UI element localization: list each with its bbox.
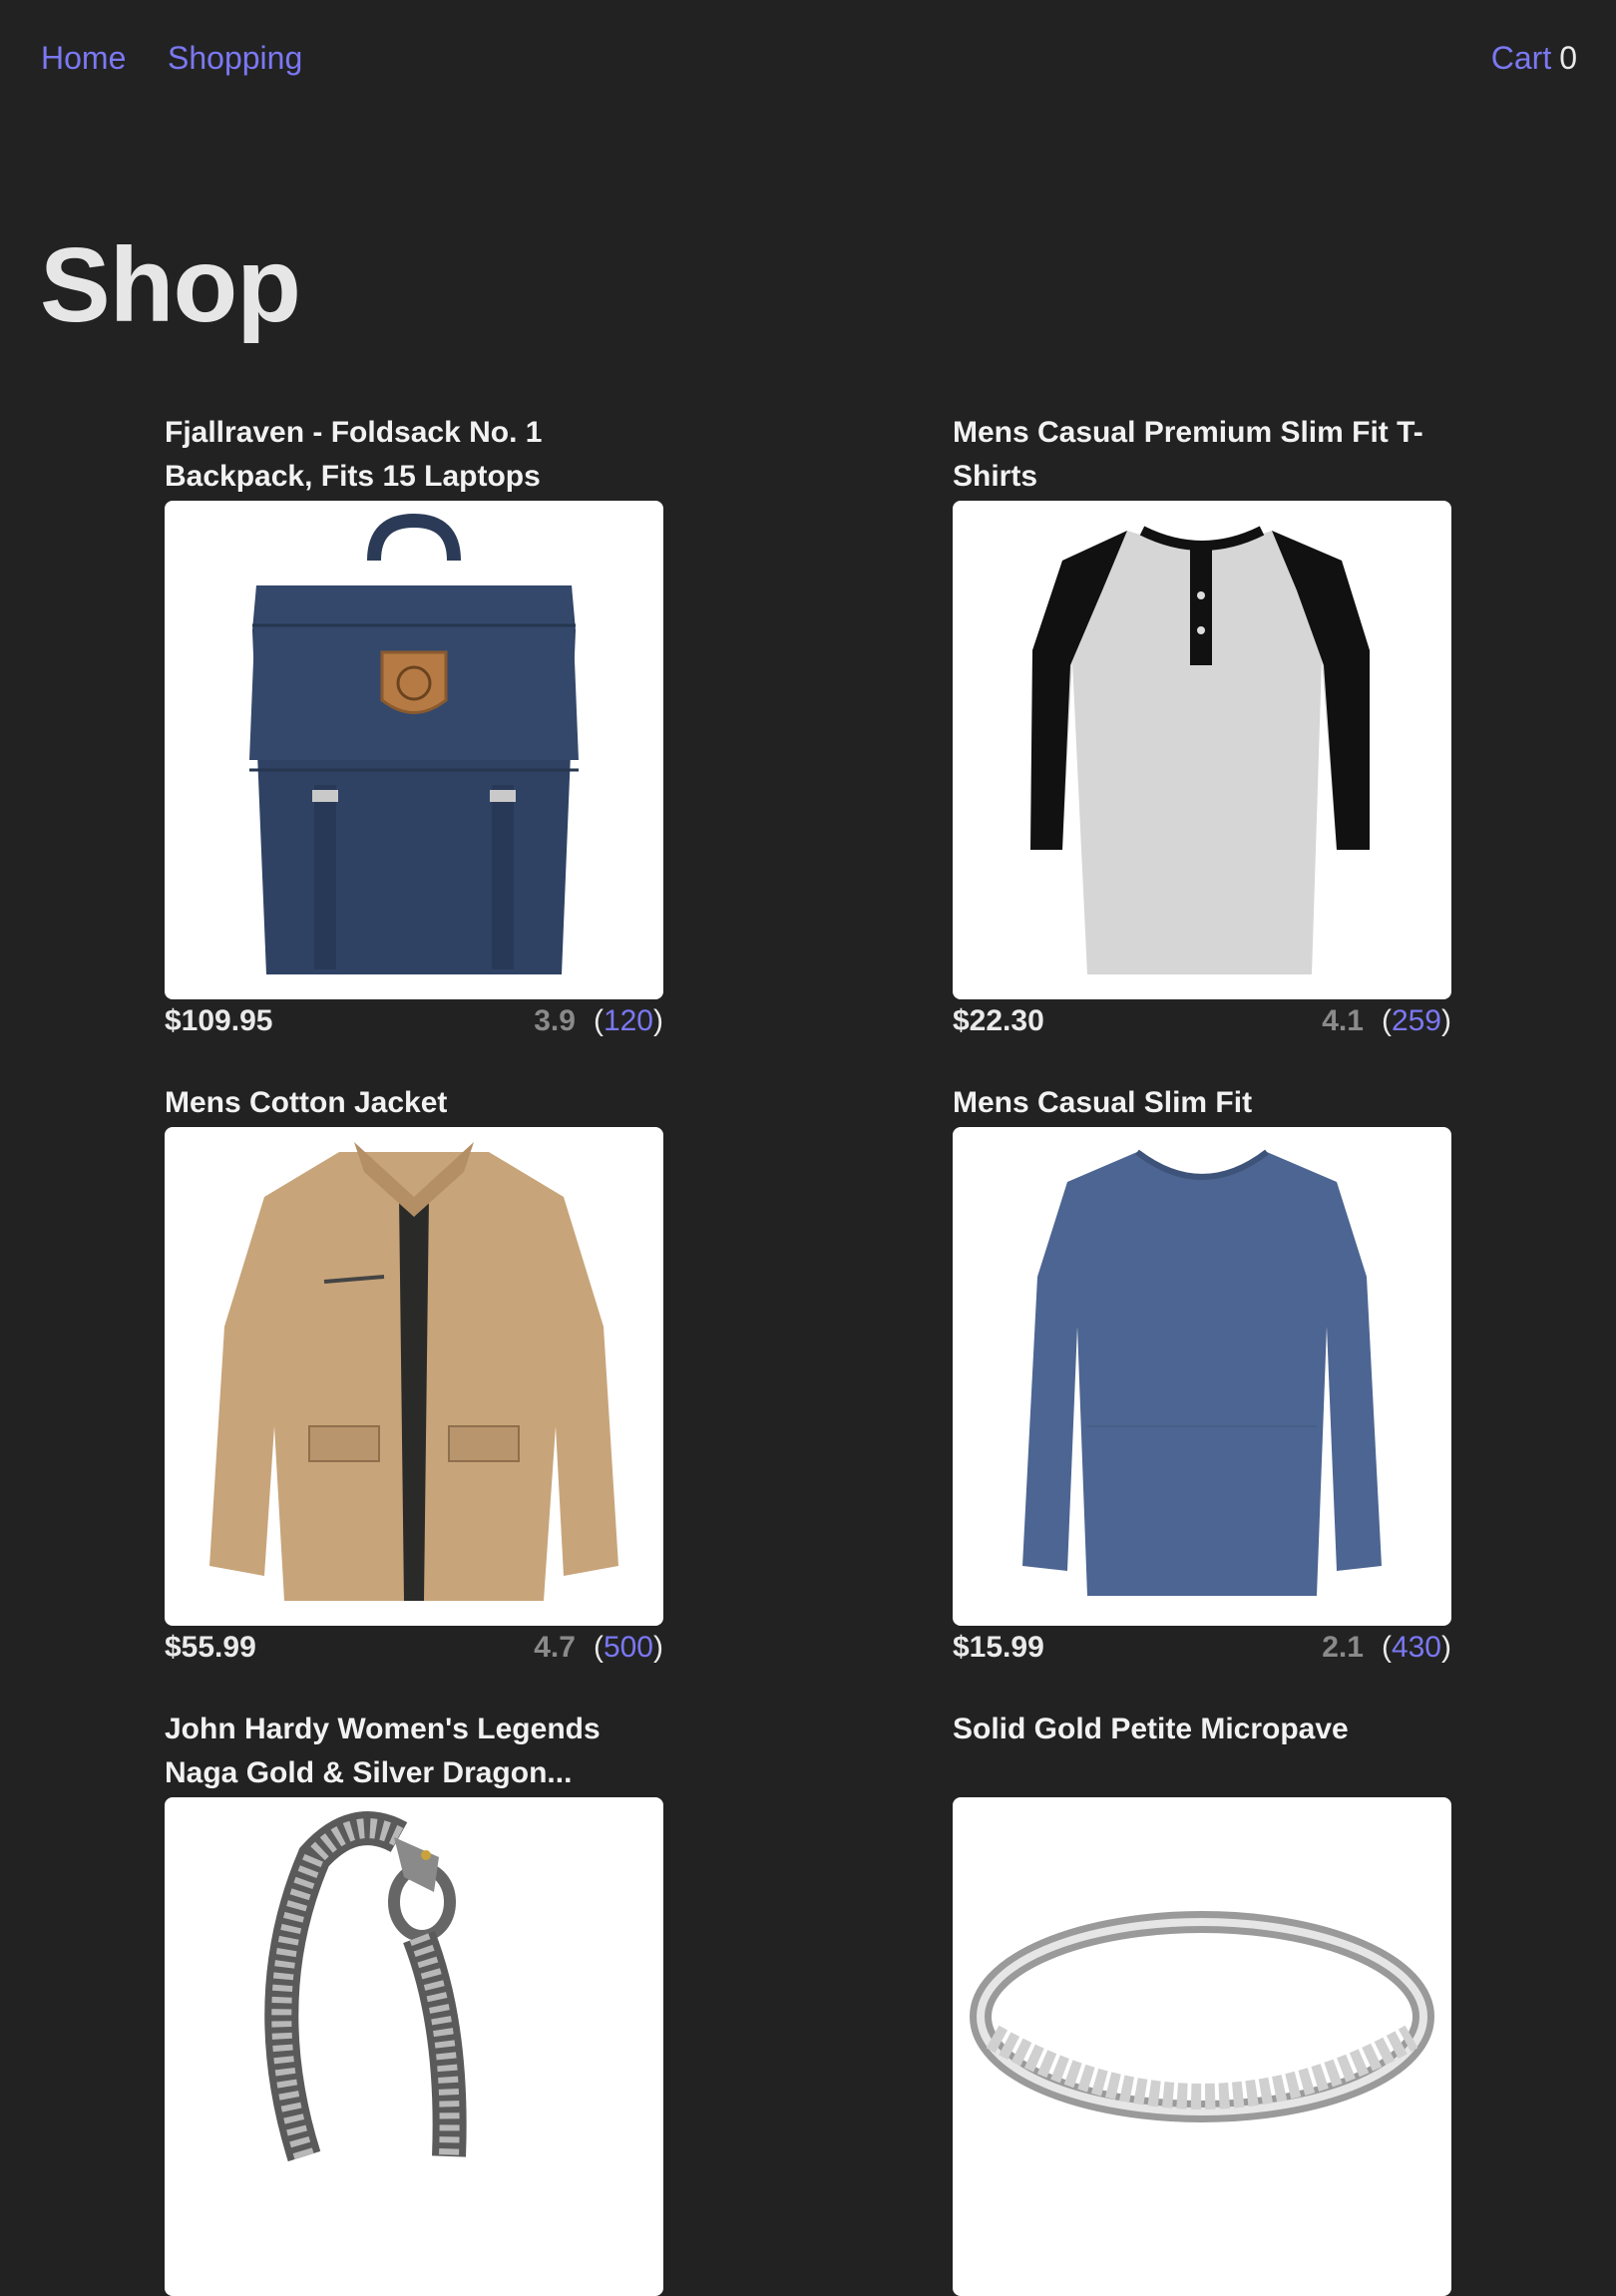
- product-footer: $22.30 4.1 (259): [953, 999, 1451, 1043]
- product-image[interactable]: [953, 501, 1451, 999]
- micropave-ring-image: [970, 1911, 1434, 2122]
- product-title[interactable]: Solid Gold Petite Micropave: [953, 1708, 1451, 1751]
- product-rating-wrap: 2.1 (430): [1322, 1631, 1451, 1664]
- product-rating-wrap: 3.9 (120): [534, 1004, 663, 1037]
- product-review-count[interactable]: 120: [604, 1004, 653, 1037]
- product-footer: $15.99 2.1 (430): [953, 1626, 1451, 1670]
- product-footer: $55.99 4.7 (500): [165, 1626, 663, 1670]
- product-title[interactable]: Fjallraven - Foldsack No. 1 Backpack, Fi…: [165, 411, 663, 499]
- backpack-image: [249, 513, 579, 974]
- product-image[interactable]: [953, 1127, 1451, 1626]
- product-title[interactable]: Mens Cotton Jacket: [165, 1081, 663, 1125]
- raglan-tshirt-image: [1030, 526, 1370, 974]
- product-rating: 4.1: [1322, 1004, 1364, 1037]
- longsleeve-tshirt-image: [1022, 1149, 1382, 1596]
- product-price: $55.99: [165, 1631, 256, 1664]
- product-image[interactable]: [953, 1797, 1451, 2296]
- product-image[interactable]: [165, 1797, 663, 2296]
- product-title[interactable]: John Hardy Women's Legends Naga Gold & S…: [165, 1708, 663, 1795]
- product-price: $22.30: [953, 1004, 1044, 1037]
- product-image[interactable]: [165, 1127, 663, 1626]
- product-grid: Fjallraven - Foldsack No. 1 Backpack, Fi…: [0, 0, 1616, 2296]
- cotton-jacket-image: [209, 1142, 618, 1601]
- product-card: Mens Casual Slim Fit $15.99 2.1 (430): [953, 1081, 1451, 1664]
- product-rating: 4.7: [534, 1631, 576, 1664]
- product-rating-wrap: 4.7 (500): [534, 1631, 663, 1664]
- product-rating-wrap: 4.1 (259): [1322, 1004, 1451, 1037]
- product-card: John Hardy Women's Legends Naga Gold & S…: [165, 1708, 663, 2296]
- product-rating: 3.9: [534, 1004, 576, 1037]
- product-footer: $109.95 3.9 (120): [165, 999, 663, 1043]
- product-card: Solid Gold Petite Micropave: [953, 1708, 1451, 2296]
- product-card: Fjallraven - Foldsack No. 1 Backpack, Fi…: [165, 411, 663, 1037]
- product-image[interactable]: [165, 501, 663, 999]
- product-title[interactable]: Mens Casual Slim Fit: [953, 1081, 1451, 1125]
- product-card: Mens Cotton Jacket $55.99 4.7 (500): [165, 1081, 663, 1664]
- product-rating: 2.1: [1322, 1631, 1364, 1664]
- product-review-count[interactable]: 430: [1392, 1631, 1441, 1664]
- product-card: Mens Casual Premium Slim Fit T-Shirts $2…: [953, 411, 1451, 1037]
- product-price: $15.99: [953, 1631, 1044, 1664]
- product-price: $109.95: [165, 1004, 273, 1037]
- product-review-count[interactable]: 259: [1392, 1004, 1441, 1037]
- product-review-count[interactable]: 500: [604, 1631, 653, 1664]
- dragon-bracelet-image: [264, 1811, 467, 2162]
- product-title[interactable]: Mens Casual Premium Slim Fit T-Shirts: [953, 411, 1451, 499]
